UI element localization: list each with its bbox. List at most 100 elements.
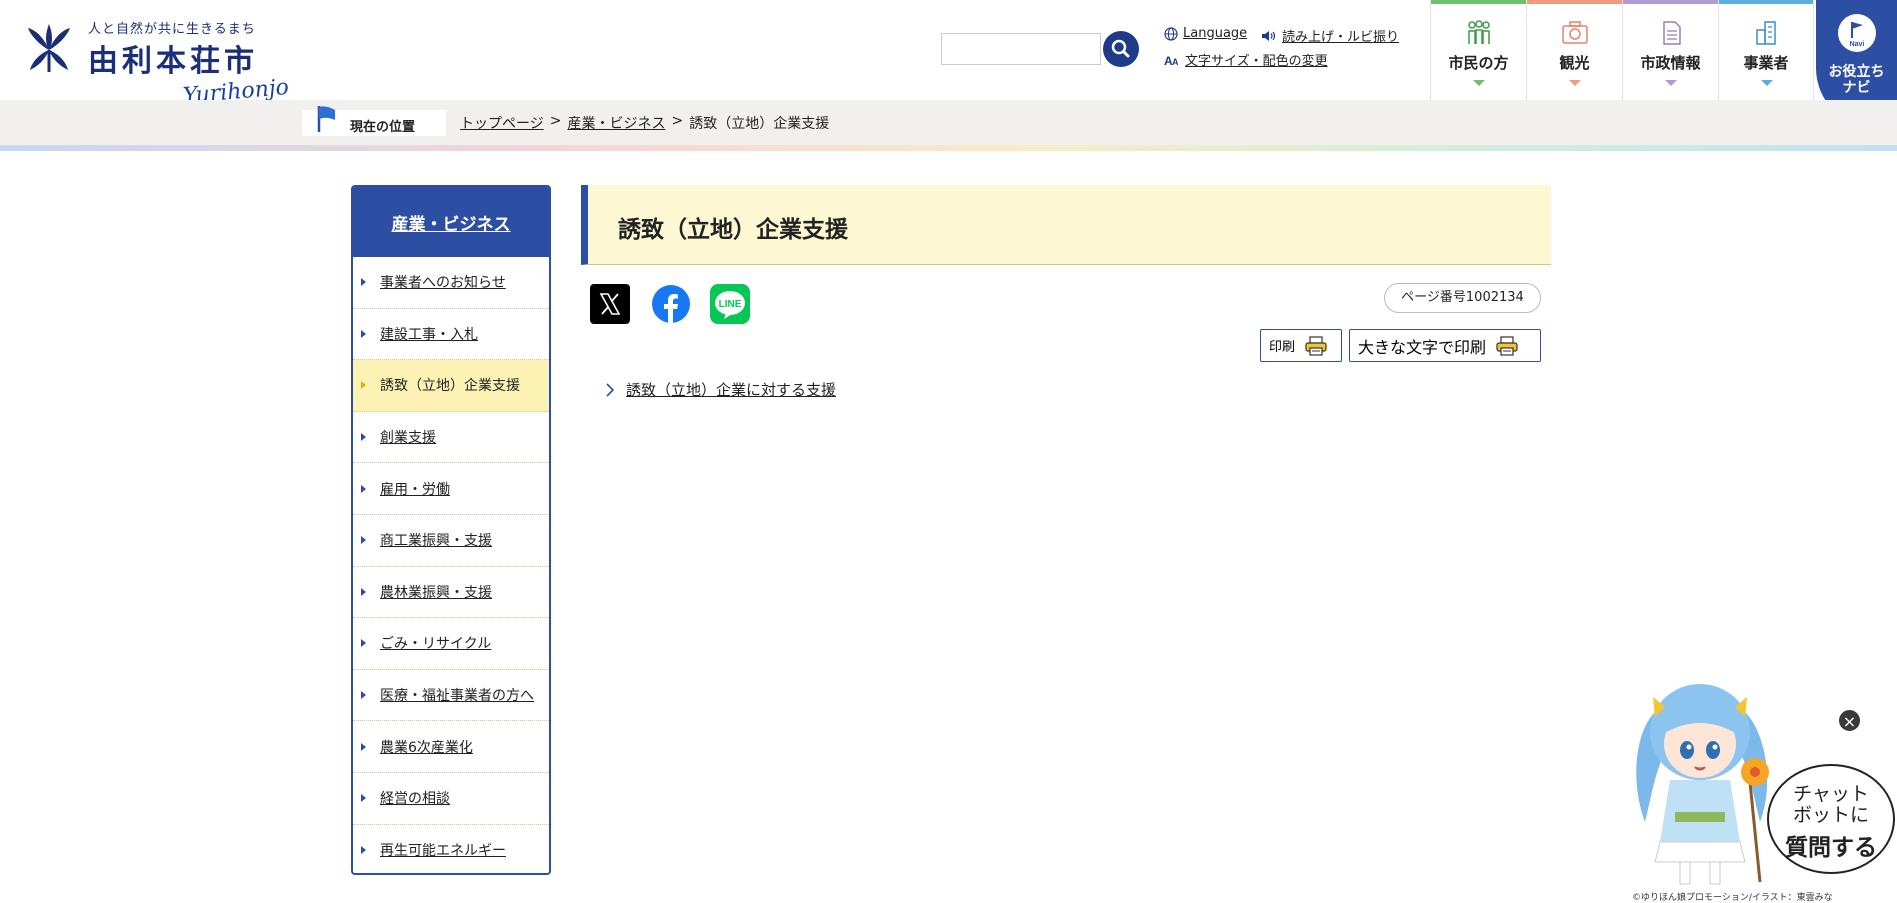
logo-city-name: 由利本荘市 [88,44,258,79]
chevron-down-icon [1761,80,1773,86]
speaker-icon [1262,30,1276,41]
read-aloud-label: 読み上げ・ルビ振り [1282,30,1400,45]
nav-accent-bar [1623,0,1718,4]
sidebar-item-label: 農業6次産業化 [380,739,473,756]
sidebar-item-renewable-energy[interactable]: 再生可能エネルギー [353,825,549,873]
logo-tagline: 人と自然が共に生きるまち [88,22,256,37]
chevron-down-icon [1569,80,1581,86]
chatbot-bubble-text-2: 質問する [1785,834,1877,860]
city-logo[interactable]: 人と自然が共に生きるまち 由利本荘市 Yurihonjo City [24,16,324,134]
arrow-right-icon [361,794,366,803]
current-location-text: 現在の位置 [350,120,416,135]
sidebar-item-sixth-industry[interactable]: 農業6次産業化 [353,721,549,773]
breadcrumb-home[interactable]: トップページ [460,113,544,133]
arrow-right-icon [361,278,366,287]
arrow-right-icon [361,639,366,648]
sidebar-item-corporate-support[interactable]: 誘致（立地）企業支援 [353,360,549,412]
line-icon: LINE [710,284,750,324]
breadcrumb-current: 誘致（立地）企業支援 [689,116,830,132]
arrow-right-icon [361,846,366,855]
decorative-divider [0,145,1897,151]
content-link-label: 誘致（立地）企業に対する支援 [626,381,837,399]
print-button[interactable]: 印刷 [1260,329,1342,362]
sidebar-item-label: 事業者へのお知らせ [380,275,506,292]
chatbot-close-button[interactable]: × [1837,708,1862,733]
chevron-down-icon [1665,80,1677,86]
arrow-right-icon [361,691,366,700]
breadcrumb-separator: > [549,113,562,129]
arrow-right-icon [361,587,366,596]
breadcrumb-bar [0,100,1897,145]
chevron-down-icon [1473,80,1485,86]
facebook-icon [652,285,690,323]
print-label: 印刷 [1269,339,1296,354]
sidebar-item-label: 建設工事・入札 [380,326,478,343]
sidebar-item-business-notices[interactable]: 事業者へのお知らせ [353,257,549,309]
sidebar-item-medical-welfare[interactable]: 医療・福祉事業者の方へ [353,670,549,722]
city-emblem-icon [28,24,70,72]
chevron-right-icon [606,382,614,397]
language-link[interactable]: Language [1164,26,1247,41]
breadcrumb-industry[interactable]: 産業・ビジネス [567,113,665,133]
printer-icon [1496,335,1518,356]
search-button[interactable] [1103,31,1139,67]
sidebar-item-employment[interactable]: 雇用・労働 [353,463,549,515]
useful-navi-label: お役立ち ナビ [1828,64,1885,96]
nav-citizens-label: 市民の方 [1448,54,1509,72]
sidebar-item-label: 誘致（立地）企業支援 [380,378,520,395]
chatbot-bubble-text-1: チャット ボットに [1792,784,1869,826]
text-size-link[interactable]: A A 文字サイズ・配色の変更 [1164,50,1328,70]
printer-icon [1305,335,1327,356]
site-header: 人と自然が共に生きるまち 由利本荘市 Yurihonjo City Langua… [0,0,1897,134]
read-aloud-link[interactable]: 読み上げ・ルビ振り [1261,26,1399,45]
nav-city-info[interactable]: 市政情報 [1622,0,1718,100]
sidebar-item-commerce[interactable]: 商工業振興・支援 [353,515,549,567]
sidebar-item-startup-support[interactable]: 創業支援 [353,412,549,464]
search-input[interactable] [941,33,1101,65]
current-location-label: 現在の位置 [302,106,446,136]
mascot-credit: ©ゆりほん娘プロモーション/イラスト：東雲みな [1632,893,1833,903]
content-link[interactable]: 誘致（立地）企業に対する支援 [606,379,836,400]
text-size-icon: A A [1164,54,1179,67]
arrow-right-icon [361,329,366,338]
sidebar-item-label: 雇用・労働 [380,481,450,498]
flag-icon [317,106,335,132]
sidebar-item-management-consulting[interactable]: 経営の相談 [353,773,549,825]
print-large-text-button[interactable]: 大きな文字で印刷 [1349,329,1541,362]
nav-accent-bar [1719,0,1813,4]
share-facebook-button[interactable] [651,284,691,324]
x-icon [599,293,621,315]
page-title-box: 誘致（立地）企業支援 [581,185,1551,265]
print-large-label: 大きな文字で印刷 [1358,339,1487,357]
people-icon [1468,20,1490,44]
search-icon [1111,39,1130,58]
arrow-right-icon [361,433,366,442]
breadcrumb-separator: > [671,113,684,129]
page-number-badge: ページ番号1002134 [1384,283,1541,313]
share-line-button[interactable]: LINE [710,284,750,324]
nav-tourism-label: 観光 [1559,54,1590,72]
nav-business[interactable]: 事業者 [1718,0,1814,100]
sidebar-item-agriculture-forestry[interactable]: 農林業振興・支援 [353,567,549,619]
arrow-right-icon [361,484,366,493]
sidebar-item-label: 経営の相談 [380,791,450,808]
nav-accent-bar [1431,0,1526,4]
building-icon [1756,21,1776,45]
chatbot-speech-bubble[interactable]: チャット ボットに 質問する [1767,764,1895,874]
arrow-right-icon [361,381,366,390]
sidebar-item-construction-bidding[interactable]: 建設工事・入札 [353,309,549,361]
sidebar-heading[interactable]: 産業・ビジネス [353,187,549,257]
chatbot-widget[interactable]: チャット ボットに 質問する [1625,672,1897,903]
sidebar-item-recycling[interactable]: ごみ・リサイクル [353,618,549,670]
sidebar-item-label: 農林業振興・支援 [380,584,492,601]
share-x-button[interactable] [590,284,630,324]
page-title: 誘致（立地）企業支援 [618,217,848,243]
nav-citizens[interactable]: 市民の方 [1430,0,1526,100]
document-icon [1663,21,1681,45]
nav-business-label: 事業者 [1743,54,1789,72]
sidebar-item-label: 創業支援 [380,430,436,447]
nav-tourism[interactable]: 観光 [1526,0,1622,100]
globe-icon [1164,26,1178,41]
text-size-label: 文字サイズ・配色の変更 [1185,54,1328,69]
navi-flag-icon: Navi [1838,14,1876,52]
